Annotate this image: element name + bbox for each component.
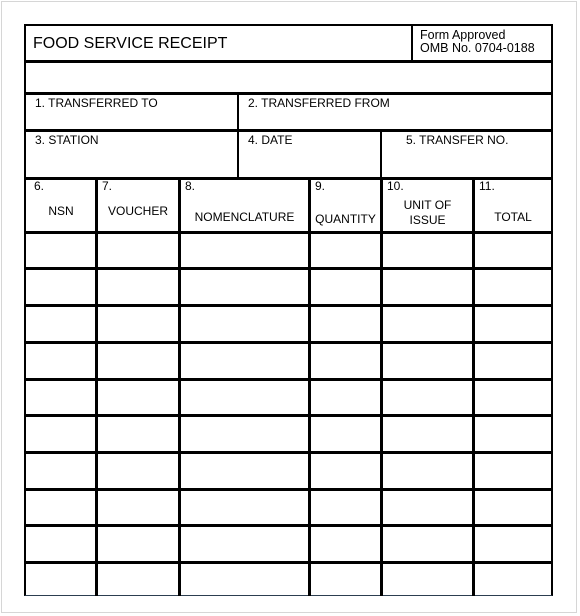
table-cell-voucher[interactable] <box>98 564 178 595</box>
table-cell-total[interactable] <box>475 491 551 524</box>
blank-field[interactable] <box>26 63 551 92</box>
table-cell-quantity[interactable] <box>311 454 380 488</box>
transferred-from-field[interactable]: 2. TRANSFERRED FROM <box>239 95 551 129</box>
table-cell-quantity[interactable] <box>311 270 380 304</box>
table-cell-quantity[interactable] <box>311 307 380 341</box>
table-cell-unit-of-issue[interactable] <box>383 527 472 561</box>
form-approved-label: Form Approved <box>420 28 506 42</box>
table-cell-total[interactable] <box>475 344 551 378</box>
table-cell-voucher[interactable] <box>98 344 178 378</box>
transferred-to-label: 1. TRANSFERRED TO <box>35 96 158 110</box>
table-cell-nsn[interactable] <box>27 234 95 267</box>
table-cell-voucher[interactable] <box>98 381 178 414</box>
column-label: VOUCHER <box>107 204 168 218</box>
date-label: 4. DATE <box>248 133 293 147</box>
table-cell-voucher[interactable] <box>98 417 178 451</box>
table-cell-quantity[interactable] <box>311 417 380 451</box>
table-cell-total[interactable] <box>475 454 551 488</box>
column-header-nomenclature: 8. NOMENCLATURE <box>181 178 308 232</box>
table-cell-unit-of-issue[interactable] <box>383 417 472 451</box>
table-cell-voucher[interactable] <box>98 270 178 304</box>
table-cell-unit-of-issue[interactable] <box>383 307 472 341</box>
transferred-from-label: 2. TRANSFERRED FROM <box>248 96 390 110</box>
table-cell-nomenclature[interactable] <box>181 491 308 524</box>
omb-number-label: OMB No. 0704-0188 <box>420 41 535 55</box>
table-cell-unit-of-issue[interactable] <box>383 381 472 414</box>
column-label-line: ISSUE <box>409 213 446 227</box>
table-cell-nomenclature[interactable] <box>181 564 308 595</box>
table-cell-nsn[interactable] <box>27 527 95 561</box>
column-header-unit-of-issue: 10. UNIT OF ISSUE <box>383 178 472 232</box>
column-number: 9. <box>315 179 326 193</box>
column-label: TOTAL <box>494 210 532 224</box>
transfer-no-label: 5. TRANSFER NO. <box>406 133 509 147</box>
table-cell-total[interactable] <box>475 417 551 451</box>
table-cell-quantity[interactable] <box>311 344 380 378</box>
column-number: 7. <box>102 179 113 193</box>
table-cell-total[interactable] <box>475 527 551 561</box>
column-label: UNIT OF ISSUE <box>383 198 472 228</box>
table-cell-total[interactable] <box>475 307 551 341</box>
column-header-voucher: 7. VOUCHER <box>98 178 178 232</box>
table-cell-nomenclature[interactable] <box>181 527 308 561</box>
table-cell-total[interactable] <box>475 564 551 595</box>
column-label-line: UNIT OF <box>403 198 452 212</box>
table-cell-unit-of-issue[interactable] <box>383 454 472 488</box>
column-label: NOMENCLATURE <box>194 210 295 224</box>
table-cell-quantity[interactable] <box>311 564 380 595</box>
column-header-quantity: 9. QUANTITY <box>311 178 380 232</box>
transfer-no-field[interactable]: 5. TRANSFER NO. <box>382 132 551 177</box>
form-title: FOOD SERVICE RECEIPT <box>33 35 228 52</box>
table-cell-nsn[interactable] <box>27 491 95 524</box>
table-cell-quantity[interactable] <box>311 381 380 414</box>
table-cell-unit-of-issue[interactable] <box>383 564 472 595</box>
table-cell-nomenclature[interactable] <box>181 381 308 414</box>
table-cell-nomenclature[interactable] <box>181 344 308 378</box>
table-cell-unit-of-issue[interactable] <box>383 270 472 304</box>
table-cell-voucher[interactable] <box>98 527 178 561</box>
table-cell-nomenclature[interactable] <box>181 417 308 451</box>
table-cell-nomenclature[interactable] <box>181 234 308 267</box>
table-cell-nsn[interactable] <box>27 344 95 378</box>
table-cell-total[interactable] <box>475 270 551 304</box>
column-header-total: 11. TOTAL <box>475 178 551 232</box>
table-cell-nsn[interactable] <box>27 381 95 414</box>
table-cell-nomenclature[interactable] <box>181 454 308 488</box>
table-cell-quantity[interactable] <box>311 527 380 561</box>
table-cell-total[interactable] <box>475 234 551 267</box>
table-cell-nsn[interactable] <box>27 454 95 488</box>
column-number: 8. <box>185 179 196 193</box>
table-cell-voucher[interactable] <box>98 491 178 524</box>
column-header-nsn: 6. NSN <box>27 178 95 232</box>
column-number: 6. <box>34 179 45 193</box>
title-divider <box>411 24 413 62</box>
table-cell-quantity[interactable] <box>311 234 380 267</box>
table-cell-nsn[interactable] <box>27 307 95 341</box>
table-cell-total[interactable] <box>475 381 551 414</box>
column-label: NSN <box>48 204 74 218</box>
table-cell-unit-of-issue[interactable] <box>383 344 472 378</box>
station-label: 3. STATION <box>35 133 99 147</box>
table-cell-unit-of-issue[interactable] <box>383 234 472 267</box>
table-cell-unit-of-issue[interactable] <box>383 491 472 524</box>
table-cell-quantity[interactable] <box>311 491 380 524</box>
transferred-to-field[interactable]: 1. TRANSFERRED TO <box>26 95 237 129</box>
date-field[interactable]: 4. DATE <box>239 132 380 177</box>
table-cell-nsn[interactable] <box>27 564 95 595</box>
column-number: 10. <box>387 179 404 193</box>
table-cell-nsn[interactable] <box>27 417 95 451</box>
table-cell-voucher[interactable] <box>98 454 178 488</box>
table-cell-voucher[interactable] <box>98 307 178 341</box>
column-number: 11. <box>479 179 495 193</box>
table-cell-nomenclature[interactable] <box>181 270 308 304</box>
station-field[interactable]: 3. STATION <box>26 132 237 177</box>
table-cell-nsn[interactable] <box>27 270 95 304</box>
column-label: QUANTITY <box>315 212 376 226</box>
table-cell-nomenclature[interactable] <box>181 307 308 341</box>
table-cell-voucher[interactable] <box>98 234 178 267</box>
